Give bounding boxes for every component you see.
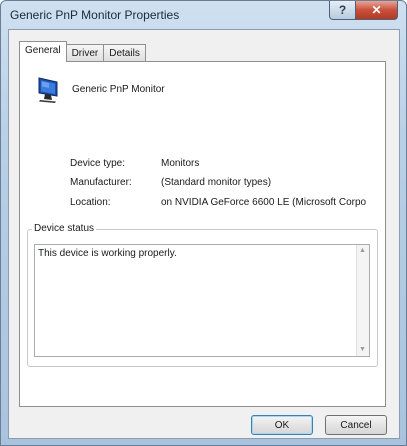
tab-driver[interactable]: Driver xyxy=(65,44,105,62)
device-status-caption: Device status xyxy=(32,223,97,234)
cancel-button[interactable]: Cancel xyxy=(325,415,387,435)
manufacturer-label: Manufacturer: xyxy=(70,177,132,188)
scroll-up-icon[interactable]: ▲ xyxy=(359,247,366,255)
device-type-value: Monitors xyxy=(161,158,200,169)
device-status-group: Device status This device is working pro… xyxy=(27,223,378,367)
monitor-icon xyxy=(38,77,58,103)
location-label: Location: xyxy=(70,197,111,208)
tab-strip: General Driver Details xyxy=(19,41,146,62)
properties-window: Generic PnP Monitor Properties ? ✕ Gener… xyxy=(0,0,407,446)
status-scrollbar[interactable]: ▲ ▼ xyxy=(356,245,369,356)
close-icon: ✕ xyxy=(371,3,382,17)
tab-details[interactable]: Details xyxy=(103,44,146,62)
window-title: Generic PnP Monitor Properties xyxy=(10,8,180,22)
general-tab-panel: Generic PnP Monitor Device type: Monitor… xyxy=(19,61,386,407)
device-status-text: This device is working properly. xyxy=(38,248,177,259)
help-button[interactable]: ? xyxy=(329,1,356,20)
dialog-client-area: General Driver Details Generic PnP Monit… xyxy=(8,29,400,439)
device-status-textbox[interactable]: This device is working properly. ▲ ▼ xyxy=(34,244,370,357)
title-buttons: ? ✕ xyxy=(329,1,398,20)
tab-general[interactable]: General xyxy=(19,41,67,62)
device-type-label: Device type: xyxy=(70,158,126,169)
close-button[interactable]: ✕ xyxy=(356,1,398,20)
device-name: Generic PnP Monitor xyxy=(72,84,165,95)
title-bar[interactable]: Generic PnP Monitor Properties ? ✕ xyxy=(1,1,406,29)
manufacturer-value: (Standard monitor types) xyxy=(161,177,272,188)
scroll-down-icon[interactable]: ▼ xyxy=(359,346,366,354)
location-value: on NVIDIA GeForce 6600 LE (Microsoft Cor… xyxy=(161,197,367,208)
ok-button[interactable]: OK xyxy=(251,415,313,435)
help-icon: ? xyxy=(338,3,347,17)
